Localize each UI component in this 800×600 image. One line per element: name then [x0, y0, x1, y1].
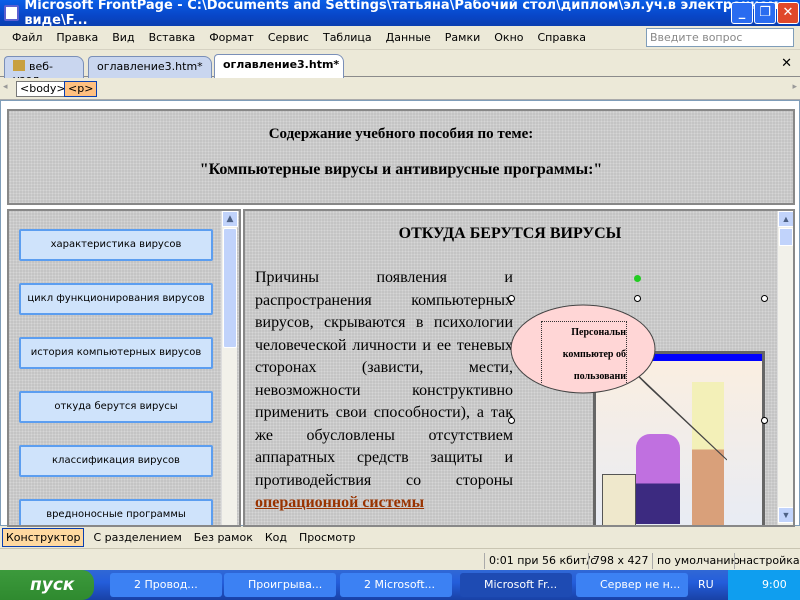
nav-button[interactable]: история компьютерных вирусов	[19, 337, 213, 369]
tag-body[interactable]: <body>	[16, 81, 70, 97]
website-icon	[13, 60, 25, 71]
close-tab-icon[interactable]: ✕	[781, 56, 792, 71]
nav-button[interactable]: вредноносные программы	[19, 499, 213, 525]
view-code[interactable]: Код	[262, 529, 290, 546]
frontpage-icon	[4, 5, 20, 21]
nav-button[interactable]: откуда берутся вирусы	[19, 391, 213, 423]
start-button[interactable]: пуск	[0, 570, 94, 600]
minimize-button[interactable]: _	[731, 2, 753, 24]
view-bar: Конструктор С разделением Без рамок Код …	[0, 527, 800, 549]
taskbar-item-browser[interactable]: Сервер не н...	[576, 573, 688, 597]
clock[interactable]: 9:00	[762, 578, 787, 591]
menu-frames[interactable]: Рамки	[445, 31, 480, 44]
system-tray: 9:00	[728, 570, 800, 600]
view-design[interactable]: Конструктор	[2, 528, 85, 547]
view-split[interactable]: С разделением	[90, 529, 184, 546]
menu-format[interactable]: Формат	[209, 31, 254, 44]
design-view: Содержание учебного пособия по теме: "Ко…	[0, 100, 800, 527]
nav-button[interactable]: характеристика вирусов	[19, 229, 213, 261]
callout-line: пользовани	[573, 371, 626, 382]
main-scrollbar[interactable]: ▲ ▼	[777, 211, 793, 525]
taskbar-item-explorer[interactable]: 2 Провод...	[110, 573, 222, 597]
download-time: 0:01 при 56 кбит/с	[484, 553, 596, 569]
main-heading: ОТКУДА БЕРУТСЯ ВИРУСЫ	[398, 225, 622, 242]
paragraph-text: Причины появления и распространения комп…	[255, 269, 513, 489]
title-bar: Microsoft FrontPage - C:\Documents and S…	[0, 0, 800, 28]
page-size[interactable]: 798 x 427	[588, 553, 649, 569]
tab-document[interactable]: оглавление3.htm*	[88, 56, 212, 78]
selection-handle[interactable]	[761, 417, 768, 424]
ask-question-input[interactable]: Введите вопрос	[646, 28, 794, 47]
os-link[interactable]: операционной системы	[255, 494, 424, 511]
default-mode[interactable]: по умолчанию	[652, 553, 740, 569]
tag-p[interactable]: <p>	[64, 81, 98, 97]
status-bar: 0:01 при 56 кбит/с 798 x 427 по умолчани…	[0, 552, 800, 570]
menu-bar: Файл Правка Вид Вставка Формат Сервис Та…	[0, 26, 800, 50]
scroll-down-icon[interactable]: ▼	[778, 507, 793, 523]
main-frame: ОТКУДА БЕРУТСЯ ВИРУСЫ Причины появления …	[243, 209, 795, 527]
menu-insert[interactable]: Вставка	[149, 31, 196, 44]
menu-file[interactable]: Файл	[12, 31, 42, 44]
selection-handle[interactable]	[508, 295, 515, 302]
tab-document-active[interactable]: оглавление3.htm*	[214, 54, 344, 78]
selection-handle[interactable]	[761, 295, 768, 302]
scroll-thumb[interactable]	[223, 228, 237, 348]
quick-tag-bar: ◂ <body> <p> ▸	[0, 78, 800, 100]
scroll-up-icon[interactable]: ▲	[222, 211, 238, 227]
menu-view[interactable]: Вид	[112, 31, 134, 44]
navigation-frame: характеристика вирусов цикл функциониров…	[7, 209, 241, 527]
selection-handle[interactable]	[508, 417, 515, 424]
menu-edit[interactable]: Правка	[56, 31, 98, 44]
callout-text[interactable]: Персональн компьютер об пользовани	[541, 321, 627, 383]
rotate-handle[interactable]	[634, 275, 641, 282]
taskbar-item-player[interactable]: Проигрыва...	[224, 573, 336, 597]
taskbar: пуск 2 Провод... Проигрыва... 2 Microsof…	[0, 570, 800, 600]
document-tabs: веб-узел оглавление3.htm* оглавление3.ht…	[0, 52, 800, 86]
scroll-up-icon[interactable]: ▲	[778, 211, 793, 227]
callout-line: Персональн	[571, 327, 626, 338]
menu-tools[interactable]: Сервис	[268, 31, 309, 44]
view-no-frames[interactable]: Без рамок	[191, 529, 256, 546]
view-preview[interactable]: Просмотр	[296, 529, 358, 546]
selection-handle[interactable]	[634, 295, 641, 302]
language-indicator[interactable]: RU	[698, 578, 714, 591]
scroll-thumb[interactable]	[779, 228, 793, 246]
nav-button[interactable]: цикл функционирования вирусов	[19, 283, 213, 315]
computer-figure	[602, 474, 636, 525]
header-line-2: "Компьютерные вирусы и антивирусные прог…	[199, 161, 603, 178]
scroll-right-icon[interactable]: ▸	[792, 82, 797, 92]
menu-table[interactable]: Таблица	[323, 31, 372, 44]
custom-mode[interactable]: настройка	[734, 553, 800, 569]
main-paragraph: Причины появления и распространения комп…	[255, 267, 513, 515]
window-title: Microsoft FrontPage - C:\Documents and S…	[24, 0, 779, 28]
menu-data[interactable]: Данные	[386, 31, 431, 44]
menu-window[interactable]: Окно	[494, 31, 523, 44]
nav-scrollbar[interactable]: ▲	[221, 211, 238, 525]
header-line-1: Содержание учебного пособия по теме:	[268, 126, 534, 142]
taskbar-item-word[interactable]: 2 Microsoft...	[340, 573, 452, 597]
tab-website[interactable]: веб-узел	[4, 56, 84, 86]
menu-help[interactable]: Справка	[538, 31, 586, 44]
taskbar-item-frontpage[interactable]: Microsoft Fr...	[460, 573, 572, 597]
callout-line: компьютер об	[562, 349, 626, 360]
maximize-button[interactable]: ❐	[754, 2, 776, 24]
close-button[interactable]: ✕	[777, 2, 799, 24]
nav-button[interactable]: классификация вирусов	[19, 445, 213, 477]
header-frame[interactable]: Содержание учебного пособия по теме: "Ко…	[7, 109, 795, 205]
scroll-left-icon[interactable]: ◂	[3, 82, 8, 92]
